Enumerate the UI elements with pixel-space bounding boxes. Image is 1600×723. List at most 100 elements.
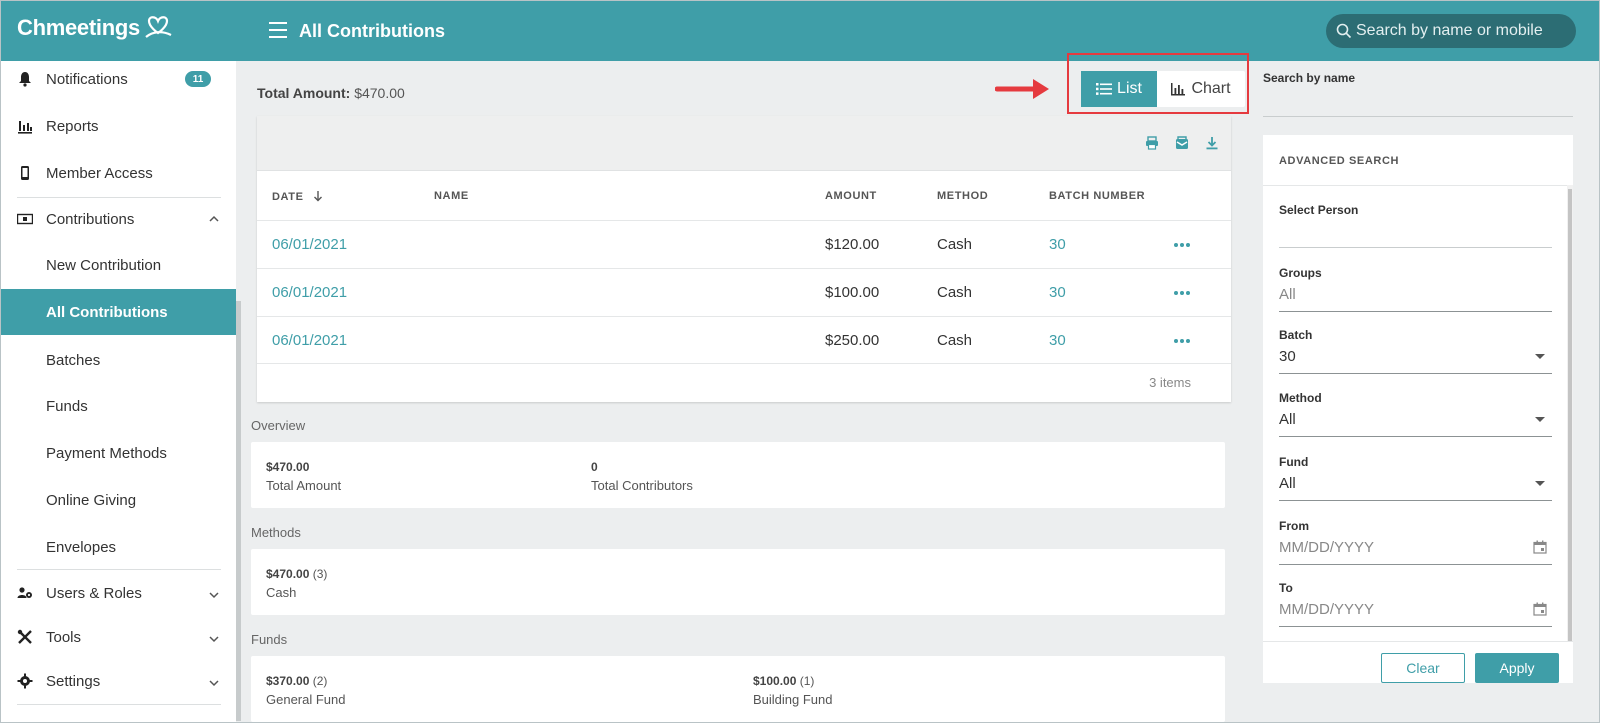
column-header-method[interactable]: METHOD — [937, 190, 988, 202]
row-batch-link[interactable]: 30 — [1049, 236, 1066, 253]
fund-amount: $370.00 — [266, 674, 310, 688]
search-by-name-field[interactable] — [1263, 116, 1573, 117]
row-amount: $120.00 — [825, 236, 880, 253]
global-search[interactable] — [1326, 14, 1576, 48]
sidebar-item-label: Funds — [46, 397, 88, 415]
list-view-button[interactable]: List — [1081, 71, 1157, 107]
tools-icon — [17, 629, 32, 644]
more-options-icon[interactable] — [1173, 338, 1191, 344]
chart-icon — [1171, 83, 1186, 96]
calendar-icon[interactable] — [1533, 602, 1547, 616]
sidebar-item-label: Payment Methods — [46, 444, 167, 462]
red-arrow-annotation — [995, 79, 1049, 99]
overview-total-contributors-label: Total Contributors — [591, 478, 693, 493]
from-date-field[interactable]: MM/DD/YYYY — [1279, 539, 1374, 556]
column-header-date[interactable]: DATE — [272, 190, 323, 203]
fund-amount: $100.00 — [753, 674, 797, 688]
fund-filter-label: Fund — [1279, 455, 1309, 469]
sidebar-item-label: Contributions — [46, 210, 135, 228]
brand-logo[interactable]: Chmeetings — [17, 15, 140, 41]
method-dropdown-icon[interactable] — [1535, 417, 1545, 422]
sidebar-item-funds[interactable]: Funds — [1, 383, 237, 429]
top-bar: Chmeetings All Contributions — [1, 1, 1599, 61]
sidebar-item-label: Users & Roles — [46, 584, 142, 602]
column-header-batch-number[interactable]: BATCH NUMBER — [1049, 190, 1145, 202]
sidebar-item-payment-methods[interactable]: Payment Methods — [1, 430, 237, 476]
column-header-name[interactable]: NAME — [434, 190, 469, 202]
methods-card: $470.00 (3) Cash — [251, 549, 1225, 615]
advanced-search-title: ADVANCED SEARCH — [1279, 155, 1400, 167]
sort-descending-icon[interactable] — [313, 190, 323, 202]
groups-field[interactable]: All — [1279, 286, 1296, 303]
chart-view-button[interactable]: Chart — [1157, 71, 1245, 107]
main-content: Total Amount: $470.00 List Chart DATE NA… — [241, 53, 1249, 722]
contributions-grid: DATE NAME AMOUNT METHOD BATCH NUMBER 06/… — [257, 116, 1231, 402]
advanced-search-divider — [1263, 185, 1573, 186]
to-date-label: To — [1279, 581, 1293, 595]
sidebar-item-users-roles[interactable]: Users & Roles — [1, 570, 237, 616]
sidebar-item-member-access[interactable]: Member Access — [1, 150, 237, 196]
sidebar-item-contributions[interactable]: Contributions — [1, 196, 237, 242]
search-by-name-label: Search by name — [1263, 71, 1356, 85]
money-icon — [17, 213, 33, 225]
groups-underline — [1279, 311, 1552, 312]
table-row[interactable]: 06/01/2021 $250.00 Cash 30 — [257, 316, 1231, 364]
row-amount: $100.00 — [825, 284, 880, 301]
email-icon[interactable] — [1175, 136, 1189, 150]
batch-select[interactable]: 30 — [1279, 348, 1296, 365]
menu-icon[interactable] — [269, 22, 287, 38]
sidebar-item-tools[interactable]: Tools — [1, 614, 237, 660]
sidebar-item-batches[interactable]: Batches — [1, 337, 237, 383]
batch-dropdown-icon[interactable] — [1535, 354, 1545, 359]
batch-label: Batch — [1279, 328, 1313, 342]
row-method: Cash — [937, 284, 973, 301]
fund-summary-value: $370.00 (2) — [266, 674, 327, 688]
method-select[interactable]: All — [1279, 411, 1296, 428]
select-person-field[interactable] — [1279, 247, 1552, 248]
sidebar-item-reports[interactable]: Reports — [1, 103, 237, 149]
advanced-search-card: ADVANCED SEARCH Select Person Groups All… — [1263, 135, 1573, 683]
to-date-field[interactable]: MM/DD/YYYY — [1279, 601, 1374, 618]
chevron-down-icon[interactable] — [209, 590, 219, 600]
sidebar-item-all-contributions[interactable]: All Contributions — [1, 289, 237, 335]
bar-chart-icon — [18, 121, 32, 134]
sidebar-item-online-giving[interactable]: Online Giving — [1, 477, 237, 523]
calendar-icon[interactable] — [1533, 540, 1547, 554]
advanced-search-scrollbar-thumb[interactable] — [1568, 189, 1572, 641]
chevron-up-icon[interactable] — [209, 214, 219, 224]
more-options-icon[interactable] — [1173, 242, 1191, 248]
row-date-link[interactable]: 06/01/2021 — [272, 284, 347, 301]
overview-title: Overview — [251, 418, 306, 433]
method-label: Cash — [266, 585, 297, 600]
chevron-down-icon[interactable] — [209, 678, 219, 688]
search-input[interactable] — [1356, 20, 1566, 42]
fund-select[interactable]: All — [1279, 475, 1296, 492]
select-person-label: Select Person — [1279, 203, 1359, 217]
row-batch-link[interactable]: 30 — [1049, 332, 1066, 349]
print-icon[interactable] — [1145, 136, 1159, 150]
sidebar-item-envelopes[interactable]: Envelopes — [1, 524, 237, 570]
sidebar-item-settings[interactable]: Settings — [1, 658, 237, 704]
column-header-amount[interactable]: AMOUNT — [825, 190, 877, 202]
row-batch-link[interactable]: 30 — [1049, 284, 1066, 301]
sidebar-item-new-contribution[interactable]: New Contribution — [1, 242, 237, 288]
grid-footer: 3 items — [257, 363, 1231, 402]
table-row[interactable]: 06/01/2021 $120.00 Cash 30 — [257, 220, 1231, 268]
chevron-down-icon[interactable] — [209, 634, 219, 644]
download-icon[interactable] — [1205, 136, 1219, 150]
table-row[interactable]: 06/01/2021 $100.00 Cash 30 — [257, 268, 1231, 316]
fund-dropdown-icon[interactable] — [1535, 481, 1545, 486]
fund-underline — [1279, 500, 1552, 501]
from-date-label: From — [1279, 519, 1309, 533]
clear-button[interactable]: Clear — [1381, 653, 1465, 683]
apply-button[interactable]: Apply — [1475, 653, 1559, 683]
row-method: Cash — [937, 332, 973, 349]
sidebar-item-label: Notifications — [46, 70, 128, 88]
more-options-icon[interactable] — [1173, 290, 1191, 296]
row-date-link[interactable]: 06/01/2021 — [272, 332, 347, 349]
sidebar-item-notifications[interactable]: Notifications 11 — [1, 56, 237, 102]
total-amount-label: Total Amount: — [257, 85, 351, 101]
row-date-link[interactable]: 06/01/2021 — [272, 236, 347, 253]
batch-underline — [1279, 373, 1552, 374]
funds-card: $370.00 (2) General Fund $100.00 (1) Bui… — [251, 656, 1225, 722]
